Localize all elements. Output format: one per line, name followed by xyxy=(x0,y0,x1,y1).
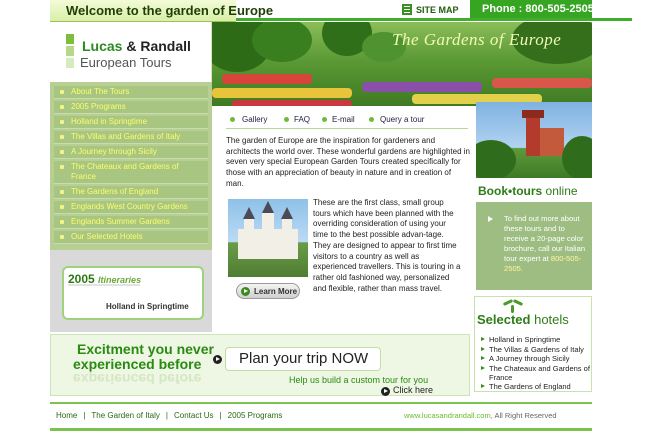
nav-item-about-tours[interactable]: About The Tours xyxy=(54,86,208,99)
subnav-faq[interactable]: FAQ xyxy=(294,115,310,124)
phone-number: Phone : 800-505-2505 xyxy=(482,3,594,15)
bullet-icon xyxy=(369,117,374,122)
footer-bar xyxy=(50,428,592,431)
learn-more-label: Learn More xyxy=(254,287,298,296)
hotel-link-england[interactable]: The Gardens of England xyxy=(479,382,591,391)
book-tours-heading: Book•tours online xyxy=(478,182,578,200)
logo-name-amp: & xyxy=(122,38,141,54)
subnav-query-tour[interactable]: Query a tour xyxy=(380,115,424,124)
book-tours-box: To find out more about these tours and t… xyxy=(476,202,592,290)
book-tours-online: online xyxy=(542,184,578,198)
footer-separator: | xyxy=(219,411,222,420)
subnav-gallery[interactable]: Gallery xyxy=(242,115,267,124)
nav-item-italy[interactable]: The Villas and Gardens of Italy xyxy=(54,131,208,144)
footer-separator: | xyxy=(165,411,168,420)
banner-headline-line2: experienced before xyxy=(73,356,202,372)
selected-hotels-box: Selected hotels Holland in Springtime Th… xyxy=(474,296,592,392)
castle-photo xyxy=(228,199,308,277)
arrow-right-icon xyxy=(488,216,493,222)
banner-headline-line1: Excitment you never xyxy=(77,341,214,357)
hotel-link-sicily[interactable]: A Journey through Sicily xyxy=(479,354,591,363)
logo-name-first: Lucas xyxy=(82,38,123,54)
arrow-right-icon xyxy=(241,287,250,296)
footer-copyright: www.lucasandrandall.com, All Right Reser… xyxy=(404,411,557,420)
itineraries-destination[interactable]: Holland in Springtime xyxy=(106,302,189,311)
footer-link-programs[interactable]: 2005 Programs xyxy=(228,411,283,420)
selected-hotels-heading-bold: Selected xyxy=(477,312,531,327)
nav-item-sicily[interactable]: A Journey through Sicily xyxy=(54,146,208,159)
plan-trip-banner: Excitment you never experienced before e… xyxy=(50,334,470,396)
subnav-email[interactable]: E-mail xyxy=(332,115,355,124)
nav-item-england[interactable]: The Gardens of England xyxy=(54,186,208,199)
castle-tower-photo xyxy=(476,102,592,178)
bullet-icon xyxy=(230,117,235,122)
plan-trip-label[interactable]: Plan your trip NOW xyxy=(239,350,368,367)
top-divider xyxy=(236,18,632,21)
book-tours-book: Book xyxy=(478,184,508,198)
footer-url[interactable]: www.lucasandrandall.com xyxy=(404,411,491,420)
itineraries-box[interactable]: 2005 Itineraries Holland in Springtime xyxy=(62,266,204,320)
footer-link-italy[interactable]: The Garden of Italy xyxy=(91,411,159,420)
logo-subtitle: European Tours xyxy=(80,55,172,70)
itineraries-divider xyxy=(68,284,140,286)
logo-name-second: Randall xyxy=(140,38,191,54)
hotel-link-holland[interactable]: Holland in Springtime xyxy=(479,335,591,344)
footer-rights: , All Right Reserved xyxy=(490,411,557,420)
selected-hotels-heading-rest: hotels xyxy=(530,312,569,327)
left-navigation: About The Tours 2005 Programs Holland in… xyxy=(50,82,212,250)
footer-divider xyxy=(50,402,592,404)
hotel-link-italy[interactable]: The Villas & Gardens of Italy xyxy=(479,345,591,354)
bullet-icon xyxy=(284,117,289,122)
logo-mark-icon xyxy=(66,34,74,68)
learn-more-button[interactable]: Learn More xyxy=(236,283,300,299)
book-tours-tours: tours xyxy=(512,184,543,198)
header-garden-photo: The Gardens of Europe xyxy=(212,22,592,106)
arrow-right-icon xyxy=(381,387,390,396)
nav-item-hotels[interactable]: Our Selected Hotels xyxy=(54,231,208,244)
header-title: The Gardens of Europe xyxy=(392,30,562,49)
banner-headline-reflection: experienced before xyxy=(73,371,202,387)
arrow-right-icon xyxy=(213,355,222,364)
nav-item-holland[interactable]: Holland in Springtime xyxy=(54,116,208,129)
selected-hotels-heading: Selected hotels xyxy=(477,311,569,329)
body-paragraph: These are the first class, small group t… xyxy=(313,198,461,293)
nav-item-2005-programs[interactable]: 2005 Programs xyxy=(54,101,208,114)
book-tours-text: To find out more about these tours and t… xyxy=(504,214,590,274)
footer-navigation: Home | The Garden of Italy | Contact Us | 2005… xyxy=(56,411,282,420)
custom-tour-text: Help us build a custom tour for you xyxy=(289,375,429,385)
welcome-heading: Welcome to the garden of Europe xyxy=(66,3,274,18)
bullet-icon xyxy=(322,117,327,122)
nav-item-west-country[interactable]: Englands West Country Gardens xyxy=(54,201,208,214)
hotel-link-france[interactable]: The Chateaux and Gardens of France xyxy=(479,364,591,382)
footer-link-contact[interactable]: Contact Us xyxy=(174,411,214,420)
footer-link-home[interactable]: Home xyxy=(56,411,77,420)
top-bar: Welcome to the garden of Europe SITE MAP… xyxy=(0,0,648,22)
sitemap-icon[interactable] xyxy=(402,4,412,15)
footer-separator: | xyxy=(83,411,86,420)
nav-item-summer-gardens[interactable]: Englands Summer Gardens xyxy=(54,216,208,229)
hotels-list: Holland in Springtime The Villas & Garde… xyxy=(479,335,591,392)
sitemap-link[interactable]: SITE MAP xyxy=(416,5,459,15)
logo[interactable]: Lucas & Randall European Tours xyxy=(50,22,212,82)
sub-navigation: Gallery FAQ E-mail Query a tour xyxy=(226,113,468,129)
logo-name: Lucas & Randall xyxy=(82,38,191,54)
nav-item-france[interactable]: The Chateaux and Gardens of France xyxy=(54,161,208,184)
intro-paragraph: The garden of Europe are the inspiration… xyxy=(226,136,470,188)
click-here-link[interactable]: Click here xyxy=(393,385,433,395)
